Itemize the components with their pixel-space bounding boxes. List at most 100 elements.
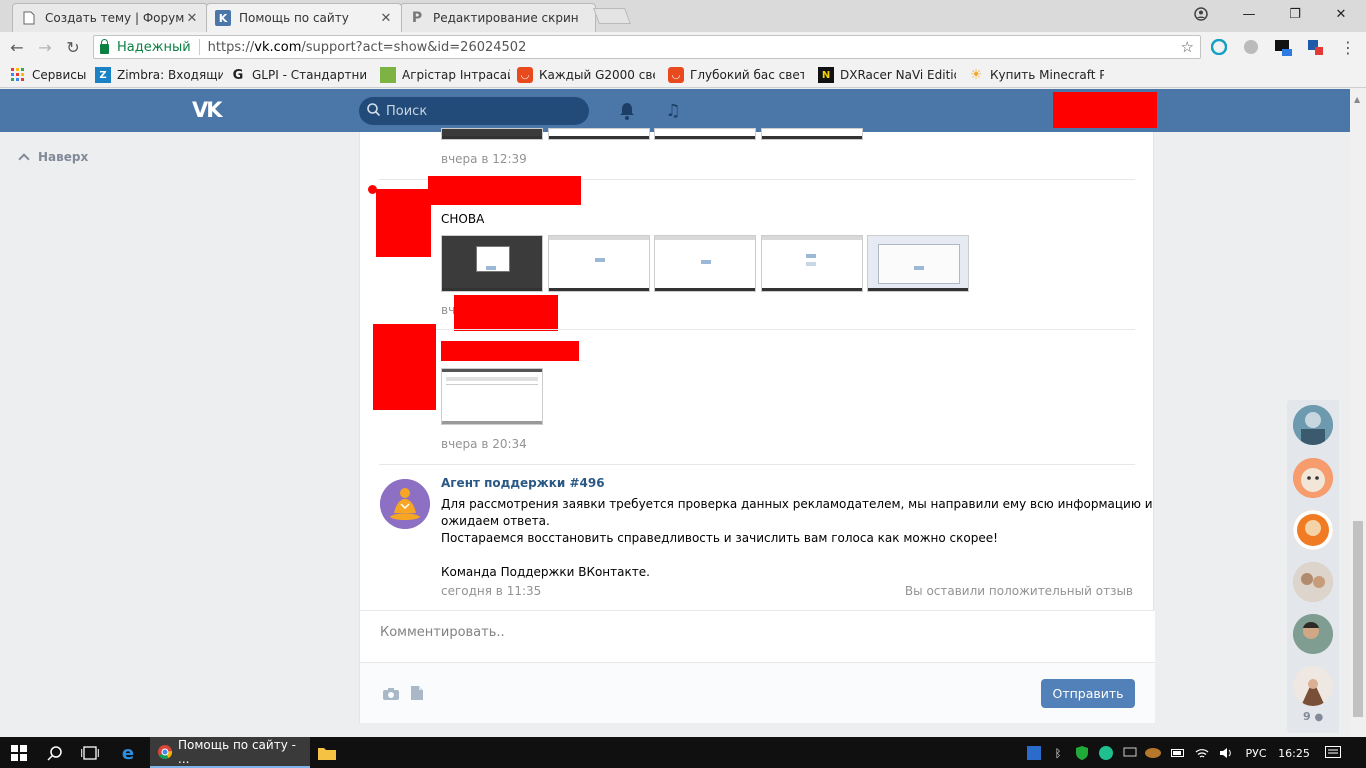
attachment-thumbnail[interactable] [761,128,863,140]
system-clock[interactable]: 16:25 [1276,745,1312,761]
new-tab-button[interactable] [593,8,631,24]
music-note-icon[interactable]: ♫ [663,101,683,121]
chrome-icon [158,744,172,759]
friend-avatar[interactable] [1293,405,1333,445]
send-button[interactable]: Отправить [1041,679,1135,708]
back-to-top-link[interactable]: Наверх [18,150,88,165]
bookmark-zimbra[interactable]: Z Zimbra: Входящие [95,67,223,83]
search-input[interactable] [386,103,576,119]
bookmark-label: Zimbra: Входящие [117,68,223,82]
bookmark-services[interactable]: Сервисы [10,67,90,83]
vk-logo[interactable]: VK [192,98,228,122]
document-icon [21,10,37,26]
document-attach-icon[interactable] [408,685,426,701]
vk-search[interactable] [359,97,589,125]
puzzle-extension-icon[interactable] [1305,37,1325,57]
scrollbar-thumb[interactable] [1353,521,1363,717]
bookmark-bass[interactable]: ◡ Глубокий бас свет Р [668,67,804,83]
agristar-icon [380,67,396,83]
wifi-icon[interactable] [1194,745,1210,761]
minimize-icon[interactable]: — [1226,0,1272,28]
bookmark-g2000[interactable]: ◡ Каждый G2000 свето [517,67,655,83]
action-center-icon[interactable] [1324,745,1342,761]
omnibox-separator [198,39,200,55]
bookmark-label: Сервисы [32,68,87,82]
close-tab-icon[interactable]: ✕ [379,11,393,26]
globe-icon[interactable] [1241,37,1261,57]
tray-e-icon[interactable] [1098,745,1114,761]
agent-avatar[interactable] [380,479,430,529]
url-host: vk.com [254,39,302,55]
attachment-thumbnail[interactable] [441,368,543,425]
message-time[interactable]: вчера в 20:34 [441,437,527,451]
camera-icon[interactable] [382,685,400,701]
message-time[interactable]: вчера в 12:39 [441,152,527,166]
attachment-thumbnail[interactable] [548,128,650,140]
tab-vk-support[interactable]: K Помощь по сайту ✕ [206,3,402,32]
volume-icon[interactable] [1218,745,1234,761]
friend-avatar[interactable] [1293,562,1333,602]
tab-screenshot-edit[interactable]: P Редактирование скрин [400,3,596,32]
agent-name-link[interactable]: Агент поддержки #496 [441,476,605,490]
back-arrow-icon[interactable]: ← [6,36,28,58]
vk-header: VK ♫ [0,89,1366,132]
search-icon[interactable] [44,742,66,764]
file-explorer-icon[interactable] [316,742,338,764]
attachment-thumbnail[interactable] [441,235,543,292]
forward-arrow-icon[interactable]: → [34,36,56,58]
attachment-thumbnail[interactable] [761,235,863,292]
bell-icon[interactable] [617,101,637,121]
agent-message-time[interactable]: сегодня в 11:35 [441,584,541,598]
redacted-message-time [454,295,558,331]
friends-online-count[interactable]: 9 ● [1303,710,1323,723]
network-monitor-icon[interactable] [1122,745,1138,761]
security-shield-icon[interactable] [1074,745,1090,761]
tray-app-icon[interactable] [1026,745,1042,761]
friend-avatar[interactable] [1293,614,1333,654]
windows-start-icon[interactable] [8,742,30,764]
bookmark-label: Каждый G2000 свето [539,68,655,82]
comment-input[interactable] [380,625,1080,645]
friend-avatar[interactable] [1293,458,1333,498]
attachment-thumbnail[interactable] [654,128,756,140]
taskbar-app-chrome[interactable]: Помощь по сайту - ... [150,737,310,768]
reload-icon[interactable]: ↻ [62,36,84,58]
address-bar[interactable]: Надежный https://vk.com/support?act=show… [93,35,1201,59]
bookmark-label: Глубокий бас свет Р [690,68,804,82]
tab-forum[interactable]: Создать тему | Форум M ✕ [12,3,208,32]
bookmark-minecraft[interactable]: ☀ Купить Minecraft Pre [968,67,1104,83]
attachment-thumbnail[interactable] [441,128,543,140]
input-language-indicator[interactable]: РУС [1242,745,1270,761]
restore-icon[interactable]: ❐ [1272,0,1318,28]
profile-icon[interactable] [1178,0,1224,28]
bookmark-dxracer[interactable]: N DXRacer NaVi Edition [818,67,956,83]
attachment-thumbnail[interactable] [548,235,650,292]
window-close-icon[interactable]: ✕ [1318,0,1364,28]
windows-taskbar: e Помощь по сайту - ... ᛒ РУС 16:25 [0,737,1366,768]
redacted-avatar [373,324,436,410]
close-tab-icon[interactable]: ✕ [185,11,199,26]
browser-tabstrip: Создать тему | Форум M ✕ K Помощь по сай… [0,0,1366,32]
scroll-up-icon[interactable]: ▲ [1354,95,1360,104]
rating-status: Вы оставили положительный отзыв [904,584,1133,598]
bookmark-star-icon[interactable]: ☆ [1181,38,1194,56]
task-view-icon[interactable] [79,742,101,764]
mail-off-icon[interactable] [1273,37,1293,57]
navi-icon: N [818,67,834,83]
lock-icon [100,38,109,54]
attachment-thumbnail[interactable] [654,235,756,292]
tray-game-icon[interactable] [1144,745,1162,761]
friend-avatar[interactable] [1293,510,1333,550]
bluetooth-icon[interactable]: ᛒ [1052,745,1064,761]
edge-browser-icon[interactable]: e [117,742,139,764]
friend-avatar[interactable] [1293,666,1333,706]
extension-e-icon[interactable] [1209,37,1229,57]
apps-grid-icon [10,67,26,83]
message-text: СНОВА [441,212,485,226]
bookmark-agristar[interactable]: Агрістар Інтрасайт [380,67,510,83]
attachment-thumbnail[interactable] [867,235,969,292]
battery-icon[interactable] [1170,745,1186,761]
menu-kebab-icon[interactable]: ⋮ [1338,37,1358,57]
page-scrollbar[interactable]: ▲ [1350,89,1366,737]
bookmark-glpi[interactable]: G GLPI - Стандартний [230,67,366,83]
